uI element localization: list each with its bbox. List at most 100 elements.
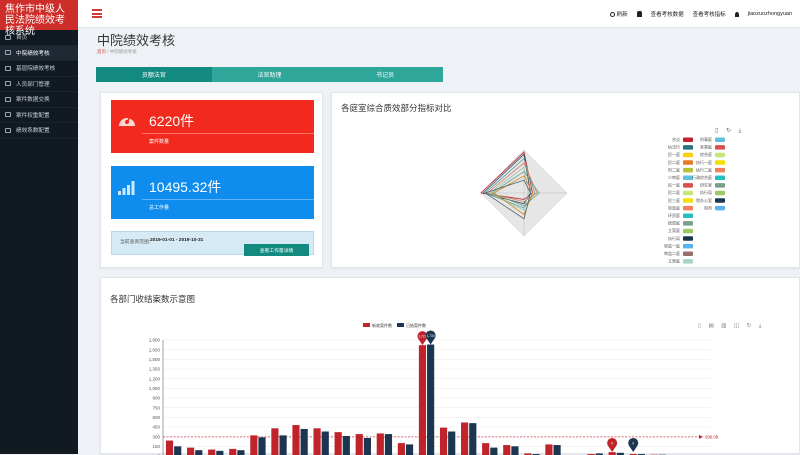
max-markpoint-new-label: 1,721 [418, 335, 426, 339]
radar-legend-swatch [683, 191, 693, 196]
radar-legend-label: 民二庭 [668, 189, 680, 195]
radar-legend-label: 审监一庭 [664, 242, 680, 248]
radar-legend-swatch [715, 176, 725, 181]
radar-legend-label: 执行局 [668, 235, 680, 241]
bell-icon[interactable] [637, 11, 642, 17]
main-content: 中院绩效考核 首页 / 中院绩效考核 员额法官 法官助理 书记员 6220件 案… [78, 28, 800, 454]
bar-new [440, 428, 447, 455]
radar-legend-label: 少审庭 [668, 174, 680, 180]
radar-legend-label: 执行一庭 [696, 159, 712, 165]
radar-legend-swatch [683, 244, 693, 249]
radar-legend-label: 立案庭 [668, 258, 680, 264]
sidebar-item-label: 人员部门管理 [16, 80, 50, 88]
users-icon [5, 81, 11, 86]
y-tick-label: 1,650 [149, 347, 161, 352]
legend-new-label: 新收案件数 [372, 322, 392, 328]
y-tick-label: 150 [152, 444, 160, 449]
radar-legend-label: 民二庭 [668, 159, 680, 165]
radar-legend-swatch [683, 138, 693, 143]
radar-legend-label: 赔偿庭 [668, 220, 680, 226]
radar-legend-label: 合议 [672, 136, 680, 142]
sidebar-item-label: 基层院绩效考核 [16, 64, 55, 72]
radar-legend-label: 综合庭 [700, 151, 712, 157]
sidebar-item-label: 中院绩效考核 [16, 49, 50, 57]
workload-value: 10495.32件 [149, 177, 221, 197]
user-name[interactable]: jiaozuozhongyuan [748, 11, 792, 17]
tab-assistant[interactable]: 法官助理 [212, 67, 328, 82]
bar-card: 各部门收结案数示意图 新收案件数已结案件数▯ ▤ ▥ ◫ ↻ ⤓01503004… [100, 277, 800, 454]
legend-swatch-closed [397, 323, 404, 327]
radar-legend-label: 刑事庭 [700, 136, 712, 142]
radar-legend-label: 行政综合庭 [692, 174, 712, 180]
y-tick-label: 300 [152, 434, 160, 439]
bar-closed [258, 437, 265, 455]
sidebar-item-5[interactable]: 案件权重配置 [0, 108, 78, 124]
max-markpoint-closed-label: 1,730 [427, 334, 435, 338]
y-tick-label: 600 [152, 415, 160, 420]
bar-closed [322, 432, 329, 455]
bar-new [208, 450, 215, 455]
radar-legend-swatch [715, 183, 725, 188]
sidebar: 焦作市中级人民法院绩效考核系统 首页中院绩效考核基层院绩效考核人员部门管理案件数… [0, 0, 78, 454]
markline-arrow [699, 435, 703, 439]
view-workload-detail-button[interactable]: 查看工作量详情 [244, 244, 309, 256]
bar-closed [216, 451, 223, 455]
bar-closed [343, 436, 350, 455]
sidebar-item-label: 首页 [16, 33, 27, 41]
bar-new [335, 432, 342, 455]
radar-legend-label: 研究室 [700, 182, 712, 188]
speedometer-icon [117, 112, 137, 128]
radar-legend-swatch [683, 183, 693, 188]
tab-clerk[interactable]: 书记员 [327, 67, 443, 82]
view-data-link[interactable]: 查看考核数据 [651, 10, 684, 18]
home-icon [5, 35, 11, 40]
y-tick-label: 900 [152, 396, 160, 401]
tab-judge[interactable]: 员额法官 [96, 67, 212, 82]
breadcrumb-current: 中院绩效考核 [110, 49, 137, 54]
hamburger-menu-icon[interactable] [92, 9, 102, 18]
bar-new [229, 449, 236, 455]
breadcrumb-home[interactable]: 首页 [97, 49, 106, 54]
bar-new [292, 425, 299, 455]
y-tick-label: 1,500 [149, 357, 161, 362]
radar-legend-label: 院办公室 [696, 197, 712, 203]
stats-card: 6220件 案件数量 10495.32件 总工作量 当前查询范围: 2019-0… [100, 92, 323, 268]
app-title: 焦作市中级人民法院绩效考核系统 [0, 0, 78, 30]
breadcrumb: 首页 / 中院绩效考核 [97, 49, 137, 55]
view-index-link[interactable]: 查看考核指标 [693, 10, 726, 18]
min-markpoint-closed-label: 0 [632, 442, 634, 446]
y-tick-label: 1,350 [149, 367, 161, 372]
y-tick-label: 1,800 [149, 338, 161, 343]
radar-legend-label: 审监庭 [668, 204, 680, 210]
markline-label: 296.08 [705, 435, 719, 440]
sidebar-item-6[interactable]: 绩效系数配置 [0, 123, 78, 139]
bar-closed [448, 432, 455, 455]
radar-legend-swatch [683, 236, 693, 241]
grid-icon [5, 66, 11, 71]
weight-icon [5, 112, 11, 117]
topbar: 刷新 查看考核数据 查看考核指标 jiaozuozhongyuan [78, 0, 800, 28]
radar-legend-label: 民三庭 [668, 197, 680, 203]
bar-closed [195, 450, 202, 455]
refresh-button[interactable]: 刷新 [610, 10, 628, 18]
radar-legend-label: 执行局 [700, 189, 712, 195]
query-range: 当前查询范围: 2019-01-01 - 2019-10-31 查看工作量详情 [111, 231, 314, 255]
sidebar-item-4[interactable]: 案件数据交换 [0, 92, 78, 108]
exchange-icon [5, 97, 11, 102]
bar-closed [301, 429, 308, 455]
radar-chart: 合议执法行民一庭民二庭刑二庭少审庭民一庭民二庭民三庭审监庭环资庭赔偿庭立案庭执行… [332, 93, 800, 269]
radar-legend-swatch [715, 168, 725, 173]
bar-closed [427, 345, 434, 455]
bar-new [271, 428, 278, 455]
legend-closed-label: 已结案件数 [406, 322, 426, 328]
bar-new [482, 443, 489, 455]
radar-legend-swatch [683, 153, 693, 158]
radar-legend-label: 执法行 [668, 144, 680, 150]
refresh-icon [610, 12, 615, 17]
sidebar-item-1[interactable]: 中院绩效考核 [0, 46, 78, 62]
y-tick-label: 1,050 [149, 386, 161, 391]
sidebar-item-2[interactable]: 基层院绩效考核 [0, 61, 78, 77]
sidebar-item-3[interactable]: 人员部门管理 [0, 77, 78, 93]
bar-new [377, 433, 384, 455]
bar-chart: 新收案件数已结案件数▯ ▤ ▥ ◫ ↻ ⤓0150300450600750900… [101, 278, 800, 455]
